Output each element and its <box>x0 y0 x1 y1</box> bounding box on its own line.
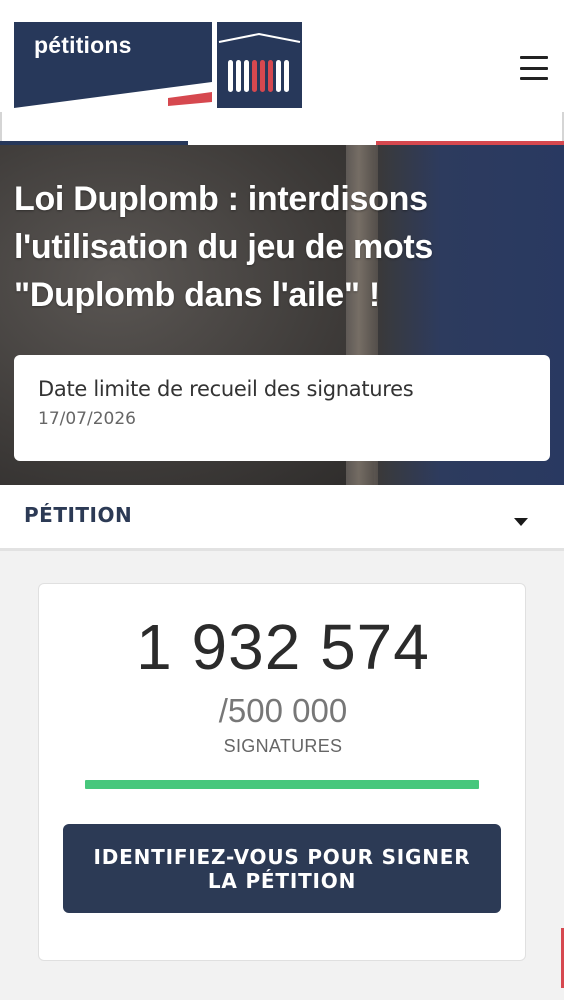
signature-count: 1 932 574 <box>136 611 430 683</box>
signatures-card: 1 932 574 /500 000 SIGNATURES IDENTIFIEZ… <box>38 583 526 961</box>
deadline-label: Date limite de recueil des signatures <box>38 377 414 401</box>
signature-unit-label: SIGNATURES <box>223 736 343 756</box>
sign-petition-button[interactable]: IDENTIFIEZ-VOUS POUR SIGNER LA PÉTITION <box>63 824 501 913</box>
logo-text: pétitions <box>34 32 132 58</box>
header-divider <box>0 112 2 142</box>
caret-down-icon[interactable] <box>514 518 528 526</box>
site-header: pétitions <box>0 0 564 145</box>
menu-line <box>520 66 548 70</box>
signature-goal: /500 000 <box>218 692 348 729</box>
deadline-date: 17/07/2026 <box>38 409 136 429</box>
hero-banner: Loi Duplomb : interdisons l'utilisation … <box>0 145 564 485</box>
signature-progress-fill <box>85 780 479 789</box>
petition-title: Loi Duplomb : interdisons l'utilisation … <box>14 180 434 314</box>
menu-line <box>520 77 548 80</box>
menu-line <box>520 56 548 59</box>
signature-progress-bar <box>85 780 479 789</box>
hamburger-menu-icon[interactable] <box>518 52 550 84</box>
petition-dropdown-label: PÉTITION <box>24 503 133 527</box>
petitions-logo[interactable]: pétitions <box>14 22 302 110</box>
deadline-card: Date limite de recueil des signatures 17… <box>14 355 550 461</box>
petition-dropdown[interactable]: PÉTITION <box>0 485 564 551</box>
